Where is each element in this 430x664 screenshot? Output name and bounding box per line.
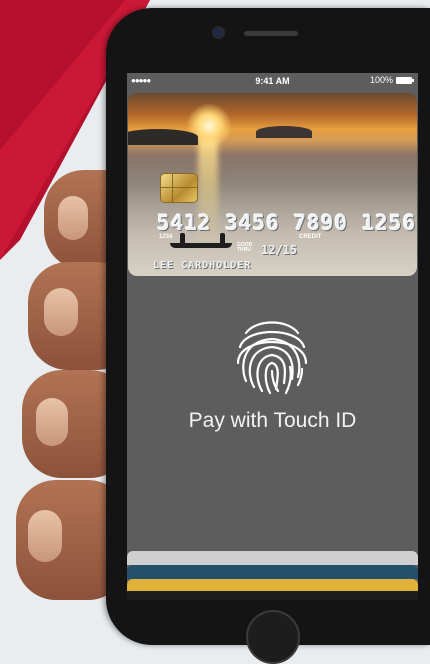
earpiece-speaker (244, 31, 298, 36)
card-small-number: 1234 (159, 234, 173, 240)
card-number: 5412 3456 7890 1256 (157, 211, 417, 235)
card-expiry: 12/15 (261, 243, 298, 257)
front-camera (214, 28, 223, 37)
wallet-card-stack-item[interactable] (127, 565, 418, 579)
status-bar: ●●●●● 9:41 AM 100% (127, 73, 418, 89)
card-holder-name: LEE CARDHOLDER (153, 260, 252, 271)
chip-icon (160, 173, 198, 203)
battery-icon (396, 76, 414, 84)
phone-screen: ●●●●● 9:41 AM 100% 5412 3456 7890 1256 1… (127, 73, 418, 600)
wallet-card-stack-item[interactable] (127, 551, 418, 565)
pay-with-touch-id-label: Pay with Touch ID (188, 409, 357, 432)
good-thru-label: GOOD THRU (237, 242, 253, 253)
credit-card[interactable]: 5412 3456 7890 1256 1234 CREDIT GOOD THR… (128, 93, 417, 276)
battery-percent: 100% (369, 75, 393, 85)
home-button[interactable] (246, 610, 300, 664)
canoe-image (170, 243, 232, 248)
card-type-label: CREDIT (299, 234, 322, 240)
battery-indicator: 100% (369, 75, 414, 85)
wallet-card-stack-item[interactable] (127, 579, 418, 591)
fingerprint-icon[interactable] (228, 311, 316, 399)
